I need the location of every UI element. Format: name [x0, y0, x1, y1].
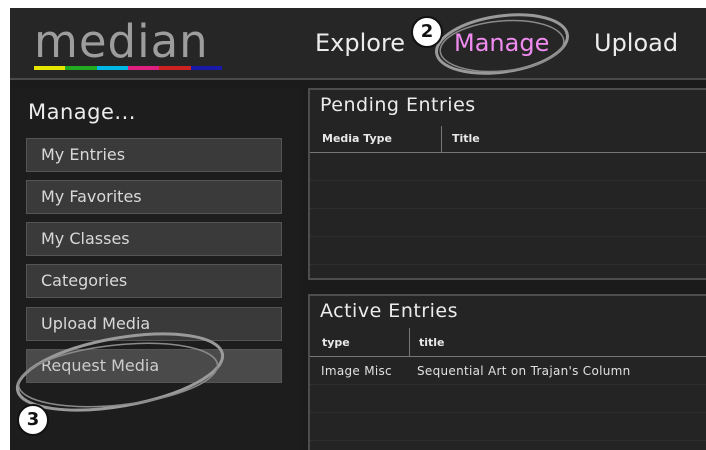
- table-row: [310, 180, 706, 181]
- sidebar-item-my-favorites[interactable]: My Favorites: [26, 180, 282, 214]
- nav-manage[interactable]: Manage: [454, 28, 549, 58]
- nav-upload[interactable]: Upload: [594, 28, 678, 58]
- column-divider: [409, 328, 410, 356]
- table-row: [310, 440, 706, 441]
- app-window: median Explore Manage Upload Manage... M…: [10, 8, 706, 450]
- step-badge-2: 2: [411, 16, 443, 48]
- column-header-title[interactable]: Title: [452, 132, 480, 145]
- logo-bar-segment: [190, 66, 222, 70]
- top-header: median Explore Manage Upload: [10, 8, 706, 80]
- sidebar-item-request-media[interactable]: Request Media: [26, 349, 282, 383]
- column-divider: [441, 126, 442, 152]
- table-row: [310, 208, 706, 209]
- pending-entries-title: Pending Entries: [320, 94, 476, 116]
- logo-bar-segment: [159, 66, 191, 70]
- logo-color-bar: [34, 66, 222, 70]
- sidebar-item-my-entries[interactable]: My Entries: [26, 138, 282, 172]
- table-row: [310, 412, 706, 413]
- column-header-media-type[interactable]: Media Type: [322, 132, 392, 145]
- cell-title[interactable]: Sequential Art on Trajan's Column: [417, 364, 631, 378]
- median-logo[interactable]: median: [34, 14, 222, 70]
- column-header-type[interactable]: type: [322, 336, 350, 349]
- logo-bar-segment: [127, 66, 160, 70]
- header-rule: [310, 356, 706, 357]
- logo-text: median: [34, 15, 209, 68]
- active-entries-title: Active Entries: [320, 300, 458, 322]
- table-row: [310, 384, 706, 385]
- sidebar-item-upload-media[interactable]: Upload Media: [26, 307, 282, 341]
- logo-bar-segment: [96, 66, 128, 70]
- logo-bar-segment: [65, 66, 97, 70]
- pending-entries-panel: Pending Entries Media Type Title: [308, 88, 706, 280]
- cell-type[interactable]: Image Misc: [321, 364, 392, 378]
- sidebar-item-my-classes[interactable]: My Classes: [26, 222, 282, 256]
- logo-bar-segment: [34, 66, 66, 70]
- sidebar-heading: Manage...: [28, 100, 136, 124]
- table-row: [310, 264, 706, 265]
- sidebar-item-categories[interactable]: Categories: [26, 264, 282, 298]
- header-rule: [310, 152, 706, 153]
- column-header-title[interactable]: title: [419, 336, 445, 349]
- manage-sidebar: Manage... My Entries My Favorites My Cla…: [10, 88, 300, 450]
- active-entries-panel: Active Entries type title Image Misc Seq…: [308, 294, 706, 450]
- table-row: [310, 236, 706, 237]
- nav-explore[interactable]: Explore: [315, 28, 405, 58]
- step-badge-3: 3: [17, 404, 49, 436]
